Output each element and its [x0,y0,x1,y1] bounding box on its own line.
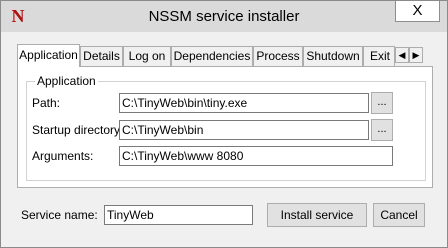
tab-log-on[interactable]: Log on [123,46,171,66]
startup-directory-label: Startup directory: [32,123,124,137]
close-button[interactable]: X [395,1,440,22]
window-title: NSSM service installer [148,8,300,25]
application-tab-panel: Application Path: C:\TinyWeb\bin\tiny.ex… [17,66,433,188]
startup-directory-field[interactable]: C:\TinyWeb\bin [119,120,369,140]
path-field[interactable]: C:\TinyWeb\bin\tiny.exe [119,93,369,113]
tab-exit[interactable]: Exit [363,46,395,66]
service-name-label: Service name: [21,208,98,222]
install-service-button[interactable]: Install service [267,203,367,227]
application-group-legend: Application [35,74,98,88]
arguments-field[interactable]: C:\TinyWeb\www 8080 [119,146,393,166]
startup-browse-button[interactable]: ... [371,119,393,141]
cancel-button[interactable]: Cancel [373,203,425,227]
title-bar[interactable]: N NSSM service installer X [1,1,447,32]
service-name-field[interactable]: TinyWeb [104,205,253,225]
nssm-installer-window: N NSSM service installer X Application D… [0,0,448,248]
tab-scroll-left-icon[interactable]: ◀ [395,47,409,63]
tab-process[interactable]: Process [253,46,303,66]
tab-application[interactable]: Application [17,44,80,67]
tab-details[interactable]: Details [80,46,123,66]
path-browse-button[interactable]: ... [371,92,393,114]
path-label: Path: [32,96,61,110]
tab-scroll-right-icon[interactable]: ▶ [409,47,423,63]
tab-shutdown[interactable]: Shutdown [303,46,363,66]
dialog-client-area: Application Details Log on Dependencies … [7,32,441,242]
arguments-label: Arguments: [32,149,94,163]
tab-dependencies[interactable]: Dependencies [171,46,253,66]
